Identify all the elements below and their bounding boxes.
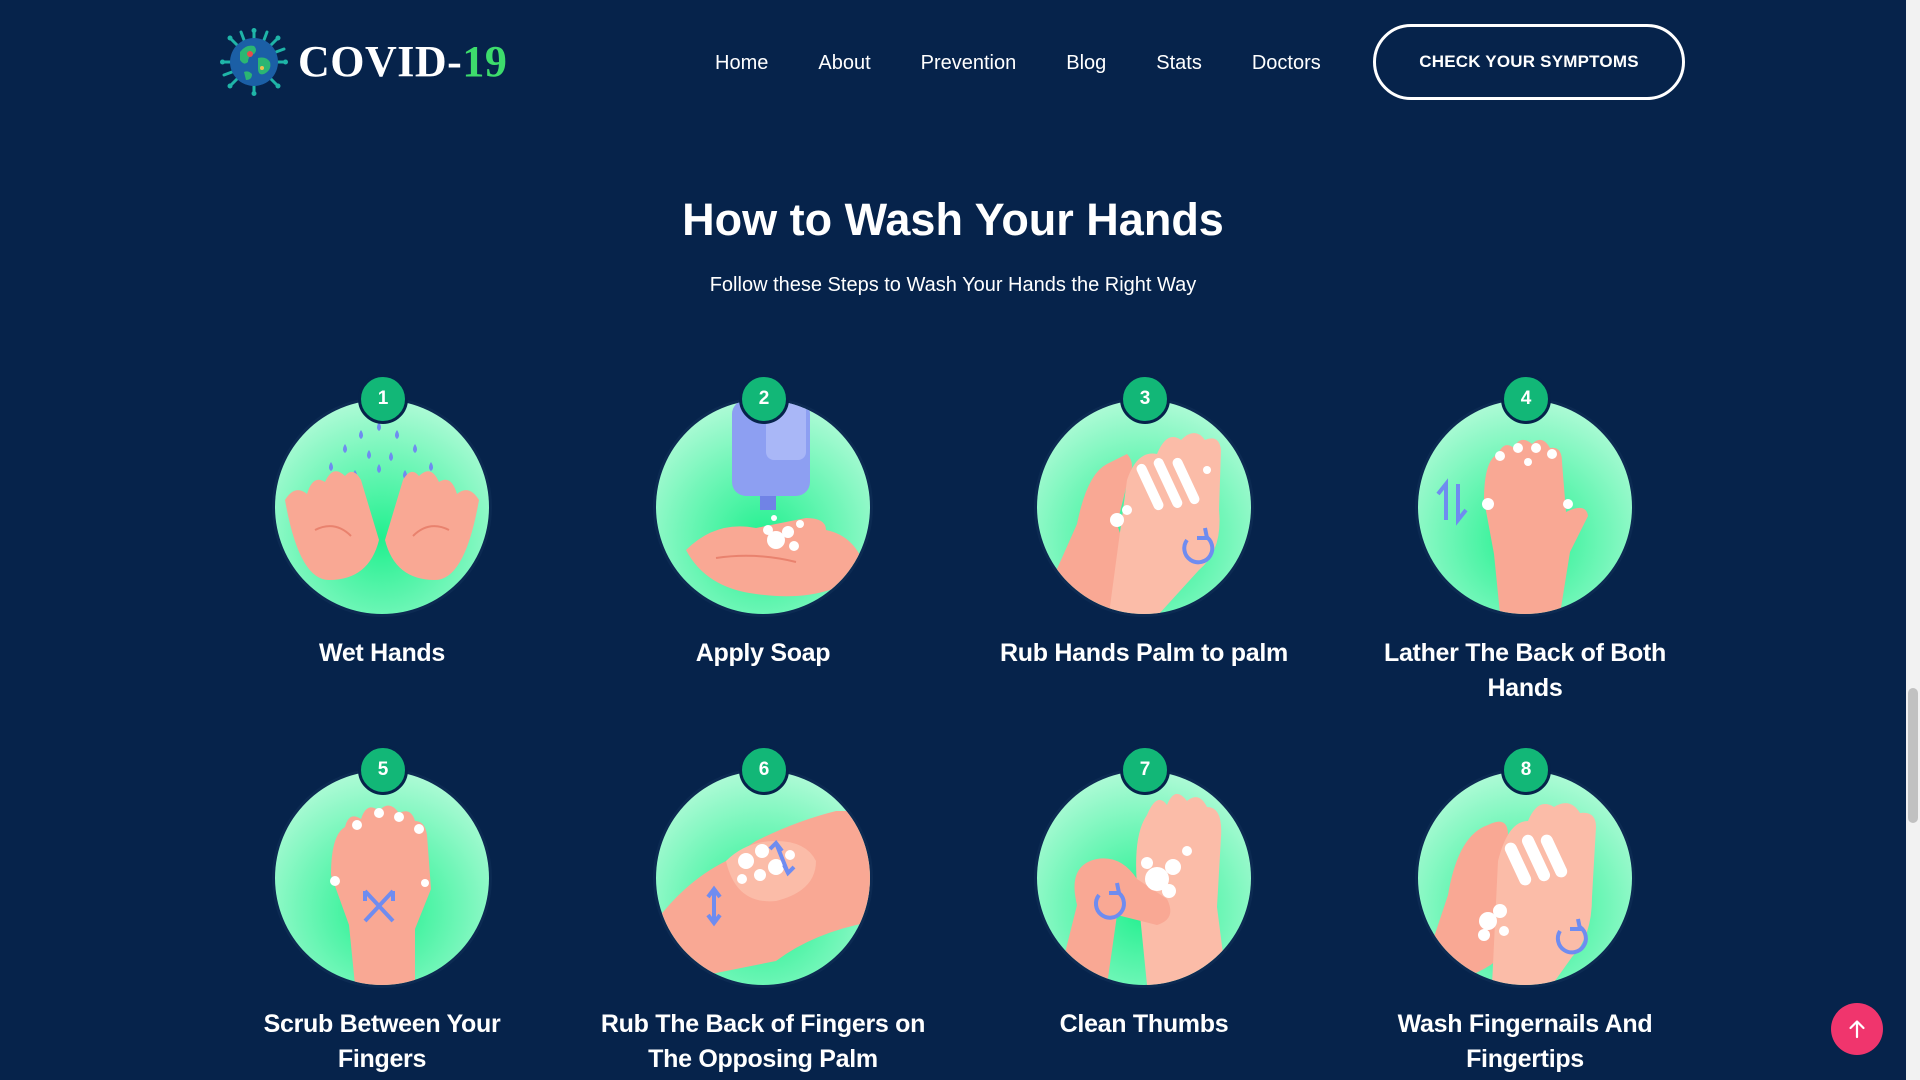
step-illustration xyxy=(656,771,870,985)
step-illustration xyxy=(656,400,870,614)
step-illustration xyxy=(1418,400,1632,614)
step-number-badge: 7 xyxy=(1120,745,1170,795)
step-illustration xyxy=(1037,771,1251,985)
scrollbar[interactable] xyxy=(1906,0,1920,1080)
step-illustration xyxy=(275,771,489,985)
step-number-badge: 5 xyxy=(358,745,408,795)
apply-soap-icon xyxy=(686,400,866,597)
step-illustration xyxy=(275,400,489,614)
step-number-badge: 6 xyxy=(739,745,789,795)
clean-thumbs-icon xyxy=(1057,793,1227,985)
arrow-up-icon xyxy=(1849,1020,1865,1039)
step-title: Clean Thumbs xyxy=(1059,1010,1229,1038)
step-illustration xyxy=(1418,771,1632,985)
step-number-badge: 4 xyxy=(1501,374,1551,424)
step-number-badge: 3 xyxy=(1120,374,1170,424)
lather-back-icon xyxy=(1436,439,1588,614)
hand-wash-steps: 1 Wet Hands 2 Apply Soap 3 Rub Hands Pal… xyxy=(0,0,1906,1080)
step-number-badge: 1 xyxy=(358,374,408,424)
step-illustration xyxy=(1037,400,1251,614)
scrub-fingers-icon xyxy=(330,805,431,985)
step-title: Rub The Back of Fingers on The Opposing … xyxy=(600,1010,926,1073)
wet-hands-icon xyxy=(285,422,479,580)
step-title: Scrub Between Your Fingers xyxy=(263,1010,501,1073)
step-title: Apply Soap xyxy=(695,639,831,667)
step-number-badge: 8 xyxy=(1501,745,1551,795)
step-number-badge: 2 xyxy=(739,374,789,424)
step-title: Wet Hands xyxy=(318,639,446,667)
fingertips-icon xyxy=(1418,803,1596,985)
scrollbar-thumb[interactable] xyxy=(1908,688,1918,823)
back-to-top-button[interactable] xyxy=(1831,1003,1883,1055)
step-title: Wash Fingernails And Fingertips xyxy=(1397,1010,1653,1073)
rub-palms-icon xyxy=(1037,433,1221,614)
step-title: Rub Hands Palm to palm xyxy=(1000,639,1288,667)
page: COVID-19 Home About Prevention Blog Stat… xyxy=(0,0,1920,1080)
rub-back-fingers-icon xyxy=(656,811,870,985)
step-title: Lather The Back of Both Hands xyxy=(1383,639,1667,702)
